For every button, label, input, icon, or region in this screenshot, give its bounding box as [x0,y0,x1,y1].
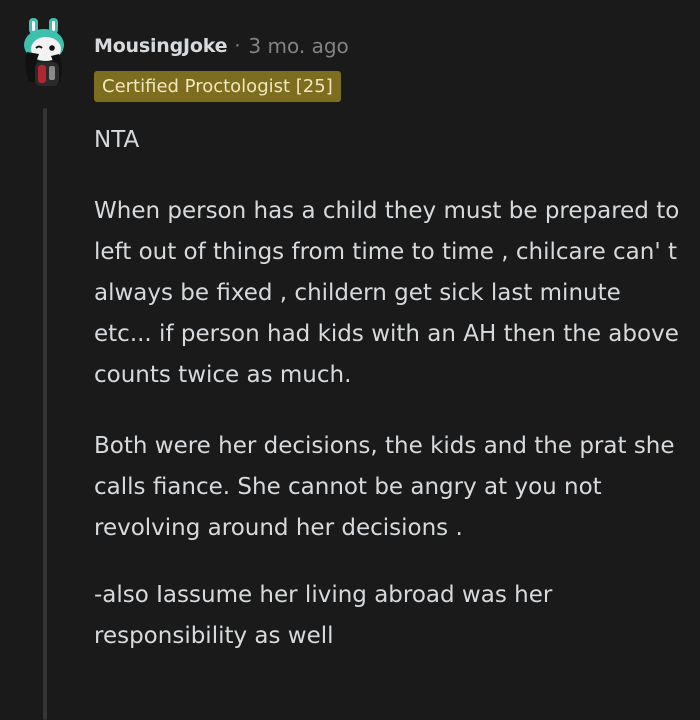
comment-paragraph: -also Iassume her living abroad was her … [94,582,553,649]
avatar[interactable] [19,18,75,90]
snoo-bunny-avatar-icon [24,18,64,86]
comment-body: NTA When person has a child they must be… [94,120,684,657]
comment-paragraph: Both were her decisions, the kids and th… [94,433,675,541]
comment-header: MousingJoke · 3 mo. ago [94,30,349,62]
thread-line[interactable] [43,108,47,720]
comment-paragraph: When person has a child they must be pre… [94,198,680,388]
user-flair: Certified Proctologist [25] [94,71,341,102]
meta-separator: · [234,35,241,57]
comment: MousingJoke · 3 mo. ago Certified Procto… [0,0,700,720]
comment-paragraph: NTA [94,127,140,153]
username-link[interactable]: MousingJoke [94,35,228,57]
timestamp[interactable]: 3 mo. ago [248,34,348,58]
